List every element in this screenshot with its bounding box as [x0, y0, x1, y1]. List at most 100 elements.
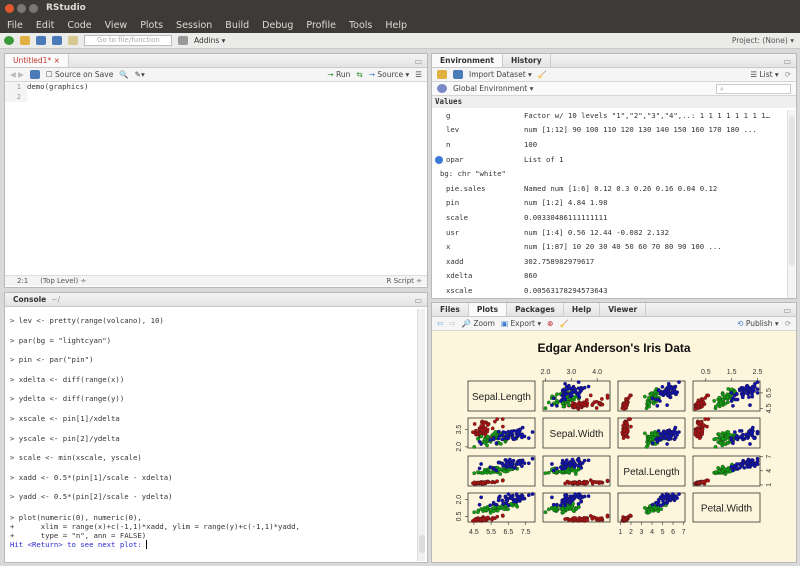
- open-file-icon[interactable]: [20, 36, 30, 45]
- menu-code[interactable]: Code: [67, 20, 91, 31]
- save-all-icon[interactable]: [52, 36, 62, 45]
- menu-debug[interactable]: Debug: [262, 20, 293, 31]
- environment-row[interactable]: opar List of 1: [432, 152, 796, 167]
- next-plot-icon[interactable]: ⇨: [449, 319, 455, 328]
- import-dataset-button[interactable]: Import Dataset ▾: [469, 70, 532, 79]
- run-button[interactable]: → Run: [327, 70, 350, 79]
- tab-untitled1[interactable]: Untitled1* ×: [5, 54, 69, 67]
- menu-profile[interactable]: Profile: [306, 20, 336, 31]
- variable-name: usr: [446, 227, 460, 237]
- close-tab-icon[interactable]: ×: [54, 56, 60, 65]
- data-point-virginica: [570, 461, 575, 466]
- maximize-window-icon[interactable]: [29, 4, 38, 13]
- data-point-versicolor: [515, 504, 520, 509]
- addins-menu[interactable]: Addins ▾: [194, 36, 225, 45]
- export-button[interactable]: ▣ Export ▾: [501, 319, 541, 328]
- file-type-selector[interactable]: R Script ÷: [387, 277, 422, 285]
- source-button[interactable]: → Source ▾: [369, 70, 410, 79]
- environment-row[interactable]: scale 0.00330486111111111: [432, 210, 796, 225]
- minimize-window-icon[interactable]: [17, 4, 26, 13]
- zoom-button[interactable]: 🔎 Zoom: [462, 319, 495, 328]
- refresh-icon[interactable]: ⟳: [785, 70, 791, 79]
- outline-icon[interactable]: ☰: [415, 70, 422, 79]
- environment-row[interactable]: pie.sales Named num [1:6] 0.12 0.3 0.26 0…: [432, 181, 796, 196]
- close-window-icon[interactable]: [5, 4, 14, 13]
- scope-selector[interactable]: (Top Level) ÷: [40, 277, 86, 285]
- console-prompt[interactable]: Hit <Return> to see next plot:: [10, 540, 427, 550]
- console-output[interactable]: > lev <- pretty(range(volcano), 10) > par…: [5, 307, 427, 562]
- minimize-maximize-icon[interactable]: ▭: [783, 306, 791, 315]
- environment-search-input[interactable]: ⌕: [716, 83, 791, 94]
- environment-row[interactable]: xscale 0.00563178294573643: [432, 283, 796, 298]
- environment-row[interactable]: x num [1:87] 10 20 30 40 50 60 70 80 90 1…: [432, 239, 796, 254]
- expand-icon[interactable]: [435, 155, 443, 164]
- wand-icon[interactable]: ✎▾: [135, 70, 145, 79]
- console-header: Console ~/ ▭: [5, 293, 427, 307]
- environment-list: g Factor w/ 10 levels "1","2","3","4",..:…: [432, 108, 796, 298]
- menu-help[interactable]: Help: [385, 20, 407, 31]
- tab-history[interactable]: History: [503, 54, 551, 67]
- save-workspace-icon[interactable]: [453, 70, 463, 79]
- remove-plot-icon[interactable]: ⊗: [547, 319, 553, 328]
- save-icon[interactable]: [29, 70, 40, 79]
- variable-label: Sepal.Width: [550, 429, 604, 440]
- data-point-setosa: [495, 479, 500, 484]
- rerun-icon[interactable]: ⇆: [356, 70, 362, 79]
- data-point-virginica: [500, 498, 505, 503]
- minimize-maximize-icon[interactable]: ▭: [414, 57, 422, 66]
- environment-row[interactable]: n 100: [432, 137, 796, 152]
- tab-help[interactable]: Help: [564, 303, 601, 316]
- print-icon[interactable]: [68, 36, 78, 45]
- goto-file-input[interactable]: Go to file/function: [84, 35, 172, 46]
- menu-file[interactable]: File: [7, 20, 23, 31]
- menu-build[interactable]: Build: [225, 20, 249, 31]
- environment-row[interactable]: pin num [1:2] 4.84 1.98: [432, 196, 796, 211]
- environment-scrollbar[interactable]: [787, 110, 795, 298]
- data-point-versicolor: [561, 507, 565, 511]
- menu-tools[interactable]: Tools: [349, 20, 372, 31]
- list-view-button[interactable]: ☰ List ▾: [750, 70, 778, 79]
- source-on-save-checkbox[interactable]: ☐ Source on Save: [46, 70, 113, 79]
- data-point-virginica: [551, 468, 556, 473]
- load-workspace-icon[interactable]: [437, 70, 447, 79]
- publish-label: Publish ▾: [745, 319, 779, 328]
- minimize-maximize-icon[interactable]: ▭: [414, 296, 422, 305]
- environment-row[interactable]: usr num [1:4] 0.56 12.44 -0.082 2.132: [432, 225, 796, 240]
- publish-button[interactable]: ⟲ Publish ▾: [737, 319, 779, 328]
- environment-row[interactable]: lev num [1:12] 90 100 110 120 130 140 150…: [432, 123, 796, 138]
- broom-icon[interactable]: 🧹: [538, 70, 547, 79]
- grid-layout-icon[interactable]: [178, 36, 188, 45]
- environment-row[interactable]: xdelta 860: [432, 269, 796, 284]
- project-menu[interactable]: Project: (None) ▾: [732, 36, 794, 45]
- tab-plots[interactable]: Plots: [468, 303, 508, 316]
- refresh-icon[interactable]: ⟳: [785, 319, 791, 328]
- tab-viewer[interactable]: Viewer: [600, 303, 647, 316]
- tab-environment[interactable]: Environment: [432, 54, 503, 67]
- new-file-icon[interactable]: [4, 36, 14, 45]
- environment-row[interactable]: bg: chr "white": [432, 166, 796, 181]
- menu-edit[interactable]: Edit: [36, 20, 54, 31]
- iris-scatterplot-matrix: Edgar Anderson's Iris Data Sepal.Length Se…: [456, 341, 773, 536]
- menu-view[interactable]: View: [105, 20, 128, 31]
- minimize-maximize-icon[interactable]: ▭: [783, 57, 791, 66]
- search-icon[interactable]: 🔍: [119, 70, 128, 79]
- previous-plot-icon[interactable]: ⇦: [437, 319, 443, 328]
- menu-plots[interactable]: Plots: [140, 20, 163, 31]
- environment-row[interactable]: g Factor w/ 10 levels "1","2","3","4",..:…: [432, 108, 796, 123]
- data-point-setosa: [475, 517, 480, 522]
- back-icon[interactable]: ◀ ▶: [10, 70, 24, 79]
- panel-sepal.width-vs-petal.length: [617, 417, 686, 449]
- tab-packages[interactable]: Packages: [507, 303, 564, 316]
- editor-tabs: Untitled1* × ▭: [5, 54, 427, 68]
- save-icon[interactable]: [36, 36, 46, 45]
- line-number: 1: [5, 82, 27, 92]
- data-point-virginica: [577, 391, 582, 395]
- console-line: > pin <- par("pin"): [10, 355, 94, 365]
- environment-row[interactable]: xadd 302.758982979617: [432, 254, 796, 269]
- menu-session[interactable]: Session: [176, 20, 212, 31]
- global-environment-dropdown[interactable]: Global Environment ▾: [453, 84, 533, 93]
- code-editor[interactable]: 1 demo(graphics) 2: [5, 82, 427, 275]
- clear-plots-icon[interactable]: 🧹: [559, 319, 568, 328]
- console-scrollbar[interactable]: [417, 309, 425, 561]
- tab-files[interactable]: Files: [432, 303, 469, 316]
